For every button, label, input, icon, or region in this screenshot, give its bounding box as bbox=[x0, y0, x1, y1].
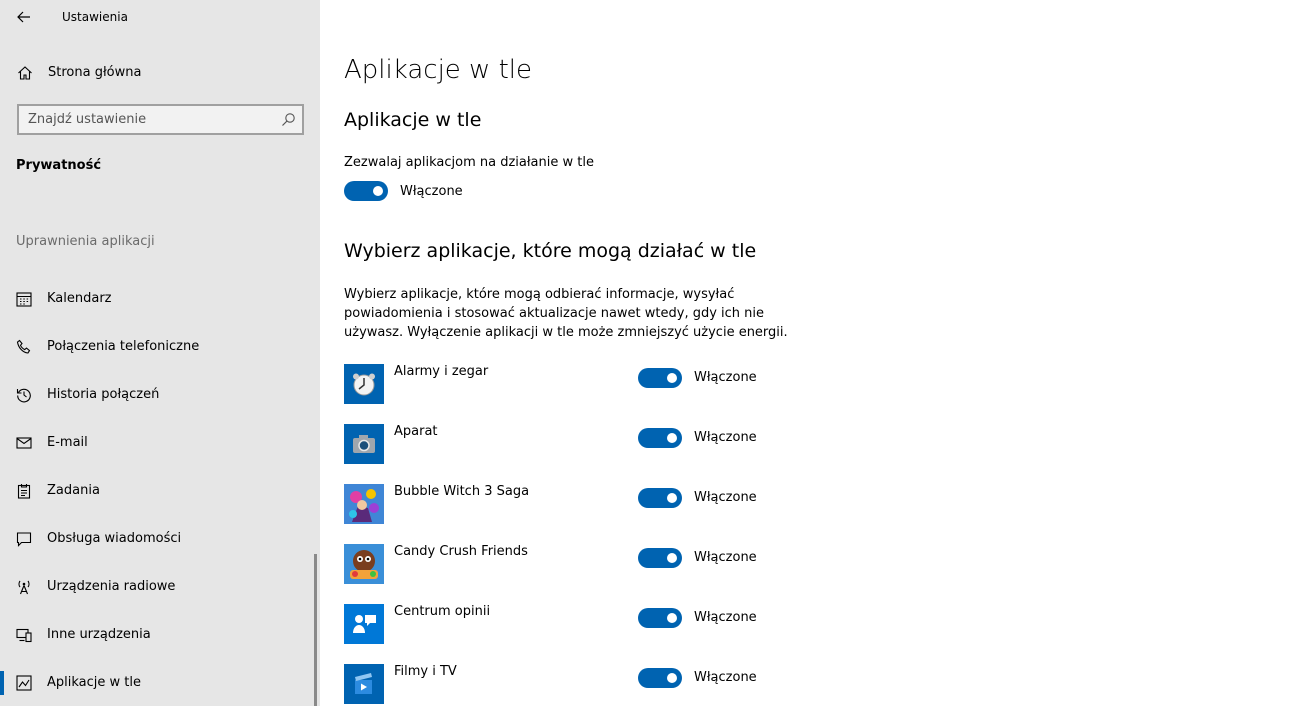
app-toggle[interactable] bbox=[638, 608, 682, 628]
app-toggle-label: Włączone bbox=[694, 670, 757, 685]
bubble-witch-icon bbox=[344, 484, 384, 524]
background-apps-icon bbox=[16, 675, 32, 691]
search-icon[interactable] bbox=[281, 112, 296, 127]
home-icon bbox=[18, 66, 32, 80]
app-row: Candy Crush Friends Włączone bbox=[344, 544, 804, 584]
sidebar-item-label: Inne urządzenia bbox=[47, 627, 151, 642]
description-line: Wybierz aplikacje, które mogą odbierać i… bbox=[344, 287, 735, 302]
sidebar-item-aplikacje-w-tle[interactable]: Aplikacje w tle bbox=[0, 663, 316, 703]
section-title: Prywatność bbox=[16, 158, 102, 173]
sidebar-item-label: E-mail bbox=[47, 435, 88, 450]
app-row: Bubble Witch 3 Saga Włączone bbox=[344, 484, 804, 524]
app-toggle-label: Włączone bbox=[694, 490, 757, 505]
sidebar-item-label: Urządzenia radiowe bbox=[47, 579, 176, 594]
phone-icon bbox=[16, 339, 31, 354]
home-link[interactable]: Strona główna bbox=[0, 58, 320, 88]
app-row: Aparat Włączone bbox=[344, 424, 804, 464]
toggle-knob bbox=[667, 673, 677, 683]
allow-background-toggle[interactable] bbox=[344, 181, 388, 201]
radio-icon bbox=[18, 580, 30, 595]
mail-icon bbox=[16, 437, 32, 449]
movies-tv-icon bbox=[344, 664, 384, 704]
description-line: używasz. Wyłączenie aplikacji w tle może… bbox=[344, 325, 788, 340]
sidebar-item-label: Aplikacje w tle bbox=[47, 675, 141, 690]
app-name: Bubble Witch 3 Saga bbox=[394, 484, 530, 499]
search-input[interactable] bbox=[19, 106, 268, 133]
devices-icon bbox=[16, 628, 32, 643]
sidebar-item-e-mail[interactable]: E-mail bbox=[0, 423, 316, 463]
camera-icon bbox=[344, 424, 384, 464]
app-toggle[interactable] bbox=[638, 428, 682, 448]
home-label: Strona główna bbox=[48, 65, 142, 80]
message-icon bbox=[16, 532, 32, 547]
sidebar-item-zadania[interactable]: Zadania bbox=[0, 471, 316, 511]
toggle-knob bbox=[667, 613, 677, 623]
app-name: Filmy i TV bbox=[394, 664, 457, 679]
app-row: Alarmy i zegar Włączone bbox=[344, 364, 804, 404]
sidebar-item-label: Kalendarz bbox=[47, 291, 112, 306]
main-content: Aplikacje w tle Aplikacje w tle Zezwalaj… bbox=[320, 0, 1299, 706]
toggle-knob bbox=[667, 493, 677, 503]
candy-crush-icon bbox=[344, 544, 384, 584]
alarm-clock-icon bbox=[344, 364, 384, 404]
sidebar-item-label: Zadania bbox=[47, 483, 100, 498]
sidebar-scrollbar[interactable] bbox=[314, 554, 317, 706]
group-header: Uprawnienia aplikacji bbox=[16, 234, 155, 249]
app-toggle-label: Włączone bbox=[694, 370, 757, 385]
allow-background-label: Zezwalaj aplikacjom na działanie w tle bbox=[344, 155, 594, 170]
tasks-icon bbox=[17, 484, 31, 499]
calendar-icon bbox=[16, 292, 32, 307]
toggle-knob bbox=[373, 186, 383, 196]
app-toggle[interactable] bbox=[638, 668, 682, 688]
sidebar-item-label: Obsługa wiadomości bbox=[47, 531, 182, 546]
sidebar-item-label: Historia połączeń bbox=[47, 387, 160, 402]
app-row: Filmy i TV Włączone bbox=[344, 664, 804, 704]
app-toggle[interactable] bbox=[638, 548, 682, 568]
sidebar-item-polaczenia-telefoniczne[interactable]: Połączenia telefoniczne bbox=[0, 327, 316, 367]
app-name: Alarmy i zegar bbox=[394, 364, 489, 379]
app-toggle-label: Włączone bbox=[694, 430, 757, 445]
sidebar-item-label: Połączenia telefoniczne bbox=[47, 339, 200, 354]
app-title: Ustawienia bbox=[62, 10, 128, 24]
allow-background-toggle-label: Włączone bbox=[400, 184, 463, 199]
sidebar-item-kalendarz[interactable]: Kalendarz bbox=[0, 279, 316, 319]
feedback-hub-icon bbox=[344, 604, 384, 644]
toggle-knob bbox=[667, 373, 677, 383]
toggle-knob bbox=[667, 433, 677, 443]
app-name: Aparat bbox=[394, 424, 438, 439]
app-name: Candy Crush Friends bbox=[394, 544, 528, 559]
app-name: Centrum opinii bbox=[394, 604, 491, 619]
app-toggle[interactable] bbox=[638, 368, 682, 388]
sidebar-item-obsluga-wiadomosci[interactable]: Obsługa wiadomości bbox=[0, 519, 316, 559]
search-box[interactable] bbox=[17, 104, 304, 135]
app-toggle-label: Włączone bbox=[694, 610, 757, 625]
sidebar-item-urzadzenia-radiowe[interactable]: Urządzenia radiowe bbox=[0, 567, 316, 607]
back-arrow-icon bbox=[17, 11, 30, 23]
toggle-knob bbox=[667, 553, 677, 563]
section-heading-background-apps: Aplikacje w tle bbox=[344, 109, 482, 131]
app-row: Centrum opinii Włączone bbox=[344, 604, 804, 644]
section-heading-choose-apps: Wybierz aplikacje, które mogą działać w … bbox=[344, 240, 757, 262]
sidebar-item-inne-urzadzenia[interactable]: Inne urządzenia bbox=[0, 615, 316, 655]
page-title: Aplikacje w tle bbox=[344, 55, 532, 85]
description-line: powiadomienia i stosować aktualizacje na… bbox=[344, 306, 765, 321]
active-indicator bbox=[0, 671, 4, 695]
back-button[interactable] bbox=[10, 4, 38, 30]
history-icon bbox=[16, 388, 31, 403]
sidebar-item-historia-polaczen[interactable]: Historia połączeń bbox=[0, 375, 316, 415]
app-toggle[interactable] bbox=[638, 488, 682, 508]
app-toggle-label: Włączone bbox=[694, 550, 757, 565]
sidebar: Ustawienia Strona główna Prywatność Upra… bbox=[0, 0, 320, 706]
